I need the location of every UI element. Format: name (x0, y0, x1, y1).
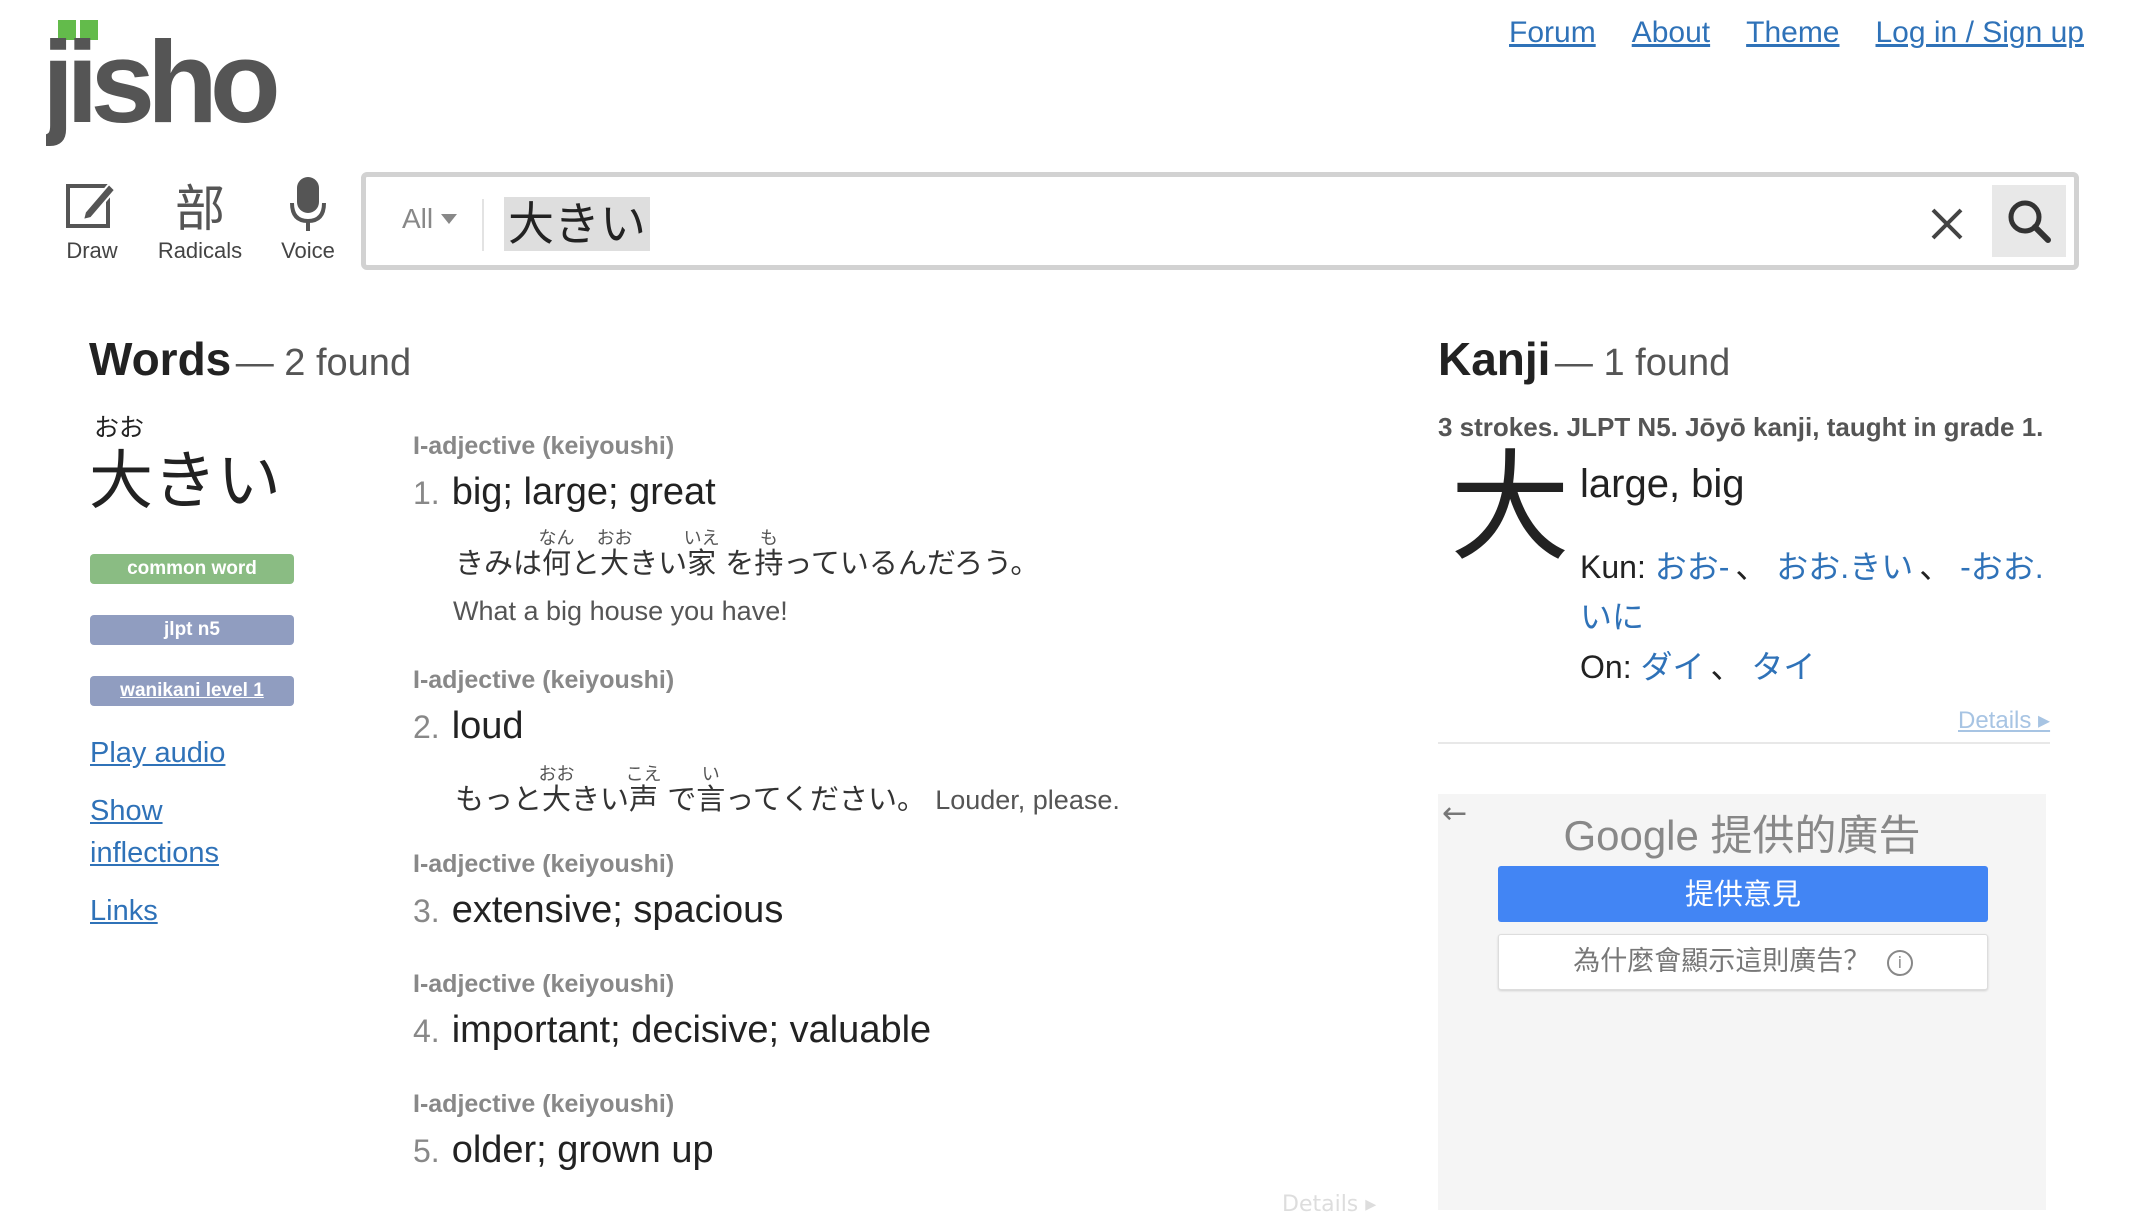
example-translation-1: What a big house you have! (453, 596, 788, 626)
ad-panel: ← Google 提供的廣告 提供意見 為什麼會顯示這則廣告？ i (1438, 794, 2046, 1210)
scope-divider (482, 199, 484, 251)
on-readings: On: ダイ、 タイ (1580, 649, 1816, 685)
meaning-number: 1. (413, 475, 440, 511)
meaning-tags: I-adjective (keiyoushi) (413, 850, 675, 878)
word-details-link[interactable]: Details ▸ (1282, 1192, 1376, 1217)
kanji-heading: Kanji — 1 found (1438, 332, 1730, 386)
meaning-text: loud (451, 705, 524, 747)
ad-feedback-button[interactable]: 提供意見 (1498, 866, 1988, 922)
ad-why-label: 為什麼會顯示這則廣告？ (1573, 946, 1871, 977)
theme-link[interactable]: Theme (1746, 16, 1839, 50)
search-icon (2008, 200, 2051, 243)
kanji-title: Kanji (1438, 333, 1551, 385)
meaning-number: 5. (413, 1133, 440, 1169)
kanji-character[interactable]: 大 (1450, 444, 1570, 574)
on-reading-link[interactable]: ダイ (1640, 649, 1704, 685)
kanji-meaning: large, big (1580, 462, 1745, 506)
meaning-tags: I-adjective (keiyoushi) (413, 970, 675, 998)
on-reading-link[interactable]: タイ (1751, 649, 1815, 685)
search-button[interactable] (1992, 185, 2066, 257)
top-nav: Forum About Theme Log in / Sign up (1509, 16, 2084, 50)
on-label: On: (1580, 649, 1641, 685)
login-link[interactable]: Log in / Sign up (1876, 16, 2085, 50)
kanji-count: — 1 found (1554, 342, 1731, 384)
meaning-text: extensive; spacious (451, 889, 784, 931)
forum-link[interactable]: Forum (1509, 16, 1596, 50)
words-heading: Words — 2 found (89, 332, 411, 386)
show-inflections-link[interactable]: Show inflections (90, 790, 219, 874)
draw-button[interactable]: Draw (52, 172, 132, 264)
ad-why-button[interactable]: 為什麼會顯示這則廣告？ i (1498, 934, 1988, 990)
close-icon[interactable] (1930, 207, 1964, 245)
logo-text: jisho (46, 18, 277, 147)
wanikani-tag[interactable]: wanikani level 1 (90, 676, 294, 706)
radicals-label: Radicals (157, 238, 243, 263)
example-sentence-1: きみは何なんと大おおきい家いえ を持もっているんだろう。 (455, 528, 1040, 580)
meaning-4: I-adjective (keiyoushi) 4. important; dec… (413, 970, 1313, 1052)
jisho-logo[interactable]: jisho (40, 17, 316, 148)
kun-reading-link[interactable]: -おお. (1960, 549, 2044, 585)
word-text: 大きい (89, 445, 281, 519)
search-scope-label: All (402, 203, 434, 234)
links-link[interactable]: Links (90, 890, 158, 932)
play-audio-link[interactable]: Play audio (90, 732, 225, 774)
meaning-text: important; decisive; valuable (451, 1009, 932, 1051)
pencil-icon (65, 172, 119, 238)
meaning-1: I-adjective (keiyoushi) 1. big; large; gr… (413, 432, 1313, 514)
word-furigana: おお (94, 413, 145, 442)
search-input[interactable]: 大きい (504, 197, 650, 251)
microphone-icon (288, 172, 328, 238)
ad-google-label: Google 提供的廣告 (1563, 812, 1921, 859)
input-tools: Draw 部 Radicals Voice (52, 172, 348, 264)
kun-reading-link[interactable]: いに (1580, 599, 1644, 635)
search-scope-dropdown[interactable]: All (402, 203, 458, 235)
search-bar: All 大きい (361, 172, 2079, 270)
common-word-tag: common word (90, 554, 294, 584)
kanji-details-link[interactable]: Details ▸ (1958, 706, 2050, 735)
words-title: Words (89, 333, 232, 385)
meaning-5: I-adjective (keiyoushi) 5. older; grown u… (413, 1090, 1313, 1172)
show-inflections-line1: Show (90, 795, 163, 827)
meaning-tags: I-adjective (keiyoushi) (413, 432, 675, 460)
radical-glyph-icon: 部 (175, 181, 225, 237)
about-link[interactable]: About (1632, 16, 1710, 50)
example-translation-2: Louder, please. (935, 785, 1120, 815)
kanji-divider (1438, 742, 2050, 744)
meaning-number: 2. (413, 709, 440, 745)
kun-label: Kun: (1580, 549, 1655, 585)
voice-label: Voice (281, 238, 335, 263)
meaning-number: 4. (413, 1013, 440, 1049)
words-count: — 2 found (235, 342, 412, 384)
draw-label: Draw (66, 238, 118, 263)
jlpt-tag: jlpt n5 (90, 615, 294, 645)
example-sentence-2: もっと大おおきい声こえ で言いってください。 Louder, please. (455, 764, 1120, 816)
info-icon: i (1886, 949, 1913, 976)
kun-readings: Kun: おお-、 おお.きい、 -おお. いに (1580, 549, 2044, 635)
meaning-text: big; large; great (451, 471, 716, 513)
meaning-text: older; grown up (451, 1129, 714, 1171)
meaning-3: I-adjective (keiyoushi) 3. extensive; spa… (413, 850, 1313, 932)
radicals-button[interactable]: 部 Radicals (157, 172, 243, 264)
voice-button[interactable]: Voice (268, 172, 348, 264)
meaning-number: 3. (413, 893, 440, 929)
meaning-tags: I-adjective (keiyoushi) (413, 666, 675, 694)
show-inflections-line2: inflections (90, 837, 219, 869)
meaning-tags: I-adjective (keiyoushi) (413, 1090, 675, 1118)
kun-reading-link[interactable]: おお.きい (1776, 549, 1913, 585)
meaning-2: I-adjective (keiyoushi) 2. loud (413, 666, 1313, 748)
caret-down-icon (441, 214, 458, 224)
kun-reading-link[interactable]: おお- (1655, 549, 1730, 585)
